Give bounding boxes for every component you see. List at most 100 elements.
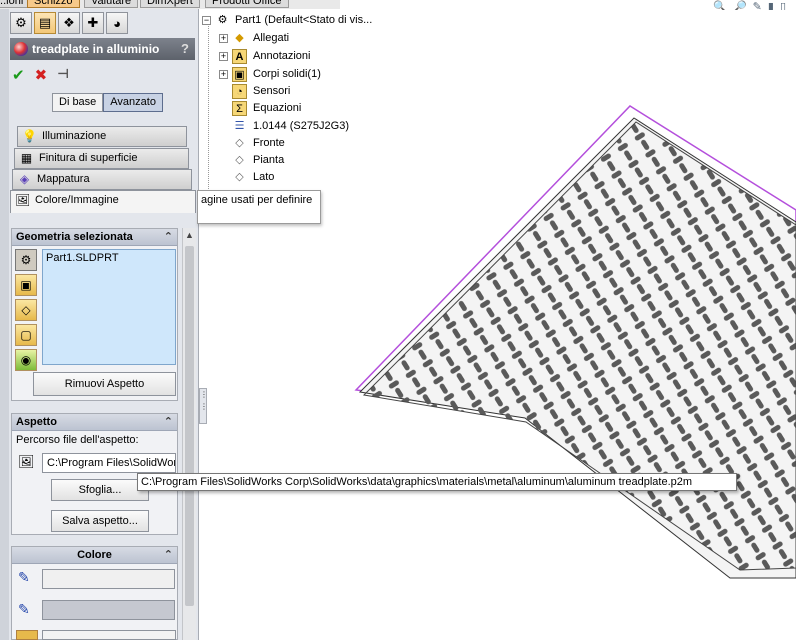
appearance-path-label: Percorso file dell'aspetto: (16, 434, 139, 446)
color-swatch-field[interactable] (42, 600, 175, 620)
browse-button[interactable]: Sfoglia... (51, 479, 149, 501)
view-orientation-icon[interactable]: ▯ (780, 0, 786, 10)
manager-tabs: ⚙ ▤ ❖ ✚ ◕ (10, 12, 128, 34)
tree-item-label: Equazioni (253, 102, 302, 114)
tab-surface-finish-label: Finitura di superficie (39, 152, 138, 164)
appearance-title: Aspetto (16, 416, 57, 428)
color-mode-icon[interactable] (16, 630, 38, 640)
selected-geometry-list[interactable]: Part1.SLDPRT (42, 249, 176, 365)
property-manager-title: treadplate in alluminio ? (10, 38, 195, 60)
selected-geometry-header[interactable]: Geometria selezionata ⌃ (12, 229, 177, 246)
plane-icon: ◇ (235, 171, 244, 183)
zoom-fit-icon[interactable]: 🔍 (713, 0, 727, 10)
list-item[interactable]: Part1.SLDPRT (46, 252, 172, 264)
tooltip-text: agine usati per definire (201, 194, 313, 206)
tab-lighting[interactable]: 💡 Illuminazione (17, 126, 187, 147)
collapse-icon[interactable]: ⌃ (164, 547, 173, 563)
mode-toggle: Di base Avanzato (52, 93, 163, 112)
section-view-icon[interactable]: ▮ (768, 0, 774, 10)
scroll-up-icon[interactable]: ▲ (183, 228, 196, 242)
color-mode-dropdown[interactable] (42, 630, 176, 640)
display-manager-icon[interactable]: ◕ (106, 12, 128, 34)
expand-toggle[interactable]: + (219, 34, 228, 43)
tree-item-label: Corpi solidi(1) (253, 68, 321, 80)
annotations-icon: A (232, 49, 247, 64)
tab-evaluate[interactable]: Valutare (84, 0, 139, 8)
cancel-x-icon[interactable]: ✖ (35, 66, 48, 84)
tree-line (208, 26, 209, 191)
eyedropper-icon[interactable]: ✎ (18, 601, 30, 618)
tooltip-path-text: C:\Program Files\SolidWorks Corp\SolidWo… (141, 476, 693, 488)
plane-icon: ◇ (235, 137, 244, 149)
selection-filter-icons: ⚙ ▣ ◇ ▢ ◉ (15, 249, 39, 374)
feature-manager-icon[interactable]: ⚙ (10, 12, 32, 34)
property-manager-scrollbar[interactable]: ▲ (182, 228, 196, 640)
tab-dimxpert[interactable]: DimXpert (140, 0, 200, 8)
appearance-header[interactable]: Aspetto ⌃ (12, 414, 177, 431)
tab-color-image[interactable]: 🖼 Colore/Immagine (10, 190, 196, 213)
tab-mapping[interactable]: ◈ Mappatura (12, 169, 192, 190)
tree-item-label: Lato (253, 171, 275, 183)
configuration-manager-icon[interactable]: ❖ (58, 12, 80, 34)
image-file-icon: 🖼 (18, 454, 35, 469)
tab-surface-finish[interactable]: ▦ Finitura di superficie (14, 148, 189, 169)
solid-bodies-icon: ▣ (232, 67, 247, 82)
task-pane-strip (0, 9, 9, 640)
part-icon: ⚙ (217, 14, 228, 26)
remove-appearance-button[interactable]: Rimuovi Aspetto (33, 372, 176, 396)
tab-sketch[interactable]: Schizzo (27, 0, 80, 8)
color-header[interactable]: Colore ⌃ (12, 547, 177, 564)
material-icon: ☰ (234, 120, 245, 132)
equations-icon: Σ (232, 101, 247, 116)
collapse-icon[interactable]: ⌃ (164, 229, 173, 245)
action-buttons: ✔ ✖ ⊣ (12, 66, 69, 84)
treadplate-surface (362, 121, 796, 571)
path-tooltip: C:\Program Files\SolidWorks Corp\SolidWo… (137, 473, 737, 491)
appearance-name: treadplate in alluminio (32, 42, 160, 56)
tree-item-label: Fronte (253, 137, 285, 149)
pushpin-icon[interactable]: ⊣ (57, 66, 69, 84)
tree-item-label: Pianta (253, 154, 285, 166)
basic-mode-button[interactable]: Di base (52, 93, 104, 112)
color-title: Colore (77, 549, 112, 561)
appearance-path-field[interactable]: C:\Program Files\SolidWorks (42, 453, 176, 473)
panel-splitter-handle[interactable]: ⋮ ⋮ (199, 388, 208, 424)
body-filter-icon[interactable]: ▣ (15, 274, 37, 296)
feature-filter-icon[interactable]: ▢ (15, 324, 37, 346)
selected-geometry-title: Geometria selezionata (16, 231, 133, 243)
expand-toggle[interactable]: + (219, 52, 228, 61)
scrollbar-thumb[interactable] (185, 246, 194, 606)
save-appearance-button[interactable]: Salva aspetto... (51, 510, 149, 532)
eyedropper-icon[interactable]: ✎ (18, 569, 30, 586)
property-manager-icon[interactable]: ▤ (34, 12, 56, 34)
plane-icon: ◇ (235, 154, 244, 166)
expand-toggle[interactable]: + (219, 70, 228, 79)
surface-finish-icon: ▦ (20, 151, 33, 165)
color-swatch-field[interactable] (42, 569, 175, 589)
help-icon[interactable]: ? (181, 38, 189, 60)
graphics-viewport[interactable] (350, 100, 796, 640)
tree-item-label: 1.0144 (S275J2G3) (253, 120, 350, 132)
tab-color-image-label: Colore/Immagine (35, 194, 119, 206)
tree-item-label: Sensori (253, 85, 291, 97)
previous-view-icon[interactable]: ✎ (753, 0, 762, 10)
part-filter-icon[interactable]: ⚙ (15, 249, 37, 271)
advanced-mode-button[interactable]: Avanzato (103, 93, 163, 112)
tab-office-products[interactable]: Prodotti Office (205, 0, 289, 8)
solid-body-filter-icon[interactable]: ◉ (15, 349, 37, 371)
tree-root-label: Part1 (Default<Stato di vis... (235, 14, 373, 26)
command-manager-tabs: ...ioni Schizzo Valutare DimXpert Prodot… (0, 0, 340, 9)
tab-mapping-label: Mappatura (37, 173, 90, 185)
collapse-icon[interactable]: ⌃ (164, 414, 173, 430)
zoom-area-icon[interactable]: 🔎 (733, 0, 747, 10)
tab-lighting-label: Illuminazione (42, 130, 107, 142)
mapping-icon: ◈ (19, 172, 30, 186)
collapse-toggle[interactable]: − (202, 16, 211, 25)
tab-features[interactable]: ...ioni (0, 0, 31, 8)
dimxpert-manager-icon[interactable]: ✚ (82, 12, 104, 34)
tooltip-partial: agine usati per definire (197, 190, 321, 224)
tree-item-label: Annotazioni (253, 50, 311, 62)
image-icon: 🖼 (15, 193, 31, 207)
ok-checkmark-icon[interactable]: ✔ (12, 66, 25, 84)
face-filter-icon[interactable]: ◇ (15, 299, 37, 321)
